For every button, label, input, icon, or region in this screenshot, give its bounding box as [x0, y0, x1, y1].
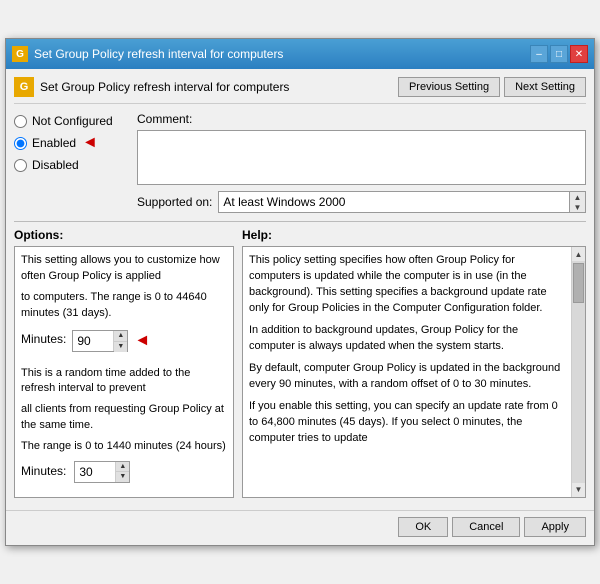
not-configured-radio[interactable]	[14, 115, 27, 128]
minutes2-arrows: ▲ ▼	[115, 462, 129, 482]
minutes2-label: Minutes:	[21, 463, 66, 480]
minutes1-arrows: ▲ ▼	[113, 331, 127, 351]
minutes1-spinner[interactable]: ▲ ▼	[72, 330, 128, 352]
enabled-label: Enabled	[32, 136, 76, 150]
two-column-area: Options: This setting allows you to cust…	[14, 228, 586, 497]
help-header: Help:	[242, 228, 586, 242]
not-configured-label: Not Configured	[32, 114, 113, 128]
options-header: Options:	[14, 228, 234, 242]
help-scroll-track	[572, 261, 585, 482]
minutes1-up[interactable]: ▲	[114, 331, 127, 342]
scroll-down-arrow[interactable]: ▼	[570, 202, 585, 212]
options-text5: The range is 0 to 1440 minutes (24 hours…	[21, 439, 227, 454]
help-scrollbar: ▲ ▼	[571, 247, 585, 496]
window-title: Set Group Policy refresh interval for co…	[34, 47, 283, 61]
previous-setting-button[interactable]: Previous Setting	[398, 77, 500, 97]
supported-value: At least Windows 2000	[223, 195, 345, 209]
help-text1: This policy setting specifies how often …	[249, 253, 563, 317]
help-scroll-up[interactable]: ▲	[572, 247, 585, 261]
help-text3: By default, computer Group Policy is upd…	[249, 361, 563, 393]
options-text3: This is a random time added to the refre…	[21, 366, 227, 397]
cancel-button[interactable]: Cancel	[452, 517, 520, 537]
minutes1-arrow: ◄	[134, 330, 150, 352]
options-text4: all clients from requesting Group Policy…	[21, 402, 227, 433]
title-bar: G Set Group Policy refresh interval for …	[6, 39, 594, 69]
help-text2: In addition to background updates, Group…	[249, 323, 563, 355]
not-configured-option[interactable]: Not Configured	[14, 114, 129, 128]
disabled-radio[interactable]	[14, 159, 27, 172]
minutes2-input[interactable]	[75, 462, 115, 482]
options-box: This setting allows you to customize how…	[14, 246, 234, 497]
supported-value-box: At least Windows 2000 ▲ ▼	[218, 191, 586, 213]
help-scroll-thumb[interactable]	[573, 263, 584, 303]
minimize-button[interactable]: –	[530, 45, 548, 63]
minutes1-row: Minutes:	[21, 331, 66, 348]
close-button[interactable]: ✕	[570, 45, 588, 63]
window-controls: – □ ✕	[530, 45, 588, 63]
minutes1-down[interactable]: ▼	[114, 342, 127, 352]
settings-area: Not Configured Enabled ◄ Disabled Commen…	[14, 112, 586, 185]
comment-textarea[interactable]	[137, 130, 586, 185]
disabled-option[interactable]: Disabled	[14, 158, 129, 172]
ok-button[interactable]: OK	[398, 517, 448, 537]
options-column: Options: This setting allows you to cust…	[14, 228, 234, 497]
comment-label: Comment:	[137, 112, 586, 126]
minutes2-up[interactable]: ▲	[116, 462, 129, 473]
next-setting-button[interactable]: Next Setting	[504, 77, 586, 97]
minutes2-spinner[interactable]: ▲ ▼	[74, 461, 130, 483]
options-text2: to computers. The range is 0 to 44640 mi…	[21, 290, 227, 321]
enabled-arrow: ◄	[82, 134, 98, 152]
footer: OK Cancel Apply	[6, 510, 594, 545]
divider	[14, 221, 586, 222]
nav-buttons: Previous Setting Next Setting	[398, 77, 586, 97]
minutes2-row: Minutes: ▲ ▼	[21, 461, 227, 483]
help-column: Help: This policy setting specifies how …	[242, 228, 586, 497]
main-window: G Set Group Policy refresh interval for …	[5, 38, 595, 545]
maximize-button[interactable]: □	[550, 45, 568, 63]
options-text1: This setting allows you to customize how…	[21, 253, 227, 284]
supported-row: Supported on: At least Windows 2000 ▲ ▼	[14, 191, 586, 213]
supported-scrollbar: ▲ ▼	[569, 192, 585, 212]
header-row: G Set Group Policy refresh interval for …	[14, 77, 586, 104]
minutes1-input[interactable]	[73, 331, 113, 351]
help-text4: If you enable this setting, you can spec…	[249, 399, 563, 447]
radio-group: Not Configured Enabled ◄ Disabled	[14, 112, 129, 185]
minutes1-label: Minutes:	[21, 331, 66, 348]
disabled-label: Disabled	[32, 158, 79, 172]
help-scroll-down[interactable]: ▼	[572, 483, 585, 497]
minutes2-down[interactable]: ▼	[116, 472, 129, 482]
content-area: G Set Group Policy refresh interval for …	[6, 69, 594, 505]
enabled-option[interactable]: Enabled	[14, 136, 76, 150]
header-title: Set Group Policy refresh interval for co…	[40, 80, 289, 94]
enabled-radio[interactable]	[14, 137, 27, 150]
help-box: This policy setting specifies how often …	[242, 246, 586, 497]
supported-label: Supported on:	[137, 195, 212, 209]
header-icon: G	[14, 77, 34, 97]
scroll-up-arrow[interactable]: ▲	[570, 192, 585, 202]
apply-button[interactable]: Apply	[524, 517, 586, 537]
title-icon: G	[12, 46, 28, 62]
comment-section: Comment:	[137, 112, 586, 185]
